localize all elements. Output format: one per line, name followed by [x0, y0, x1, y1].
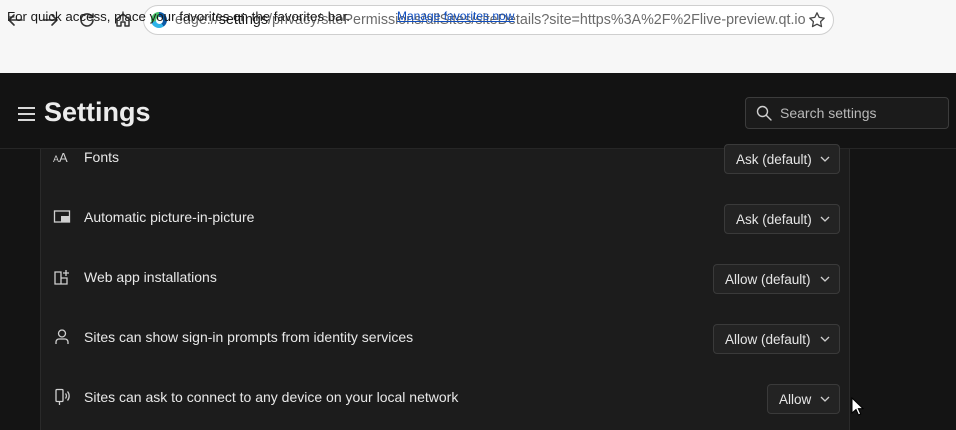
permission-label-local-network: Sites can ask to connect to any device o…	[84, 389, 459, 405]
favorites-bar-message: For quick access, place your favorites o…	[7, 9, 350, 24]
dropdown-value: Allow (default)	[725, 331, 811, 347]
chevron-down-icon	[820, 336, 830, 342]
identity-permission-dropdown[interactable]: Allow (default)	[713, 324, 840, 354]
web-app-permission-dropdown[interactable]: Allow (default)	[713, 264, 840, 294]
dropdown-value: Allow (default)	[725, 271, 811, 287]
fonts-icon: AA	[53, 150, 68, 165]
pip-permission-dropdown[interactable]: Ask (default)	[724, 204, 840, 234]
app-install-icon	[54, 270, 69, 285]
permission-label-identity: Sites can show sign-in prompts from iden…	[84, 329, 414, 345]
page-title: Settings	[44, 97, 151, 127]
dropdown-value: Ask (default)	[736, 151, 812, 167]
manage-favorites-link[interactable]: Manage favorites now	[397, 9, 514, 23]
identity-person-icon	[55, 329, 69, 344]
chevron-down-icon	[820, 396, 830, 402]
permission-label-fonts: Fonts	[84, 149, 120, 165]
search-placeholder: Search settings	[780, 105, 877, 121]
menu-icon[interactable]	[18, 107, 36, 121]
mouse-cursor-icon	[851, 397, 864, 416]
svg-text:A: A	[59, 150, 68, 165]
permission-label-web-app: Web app installations	[84, 269, 217, 285]
dropdown-value: Ask (default)	[736, 211, 812, 227]
permission-label-pip: Automatic picture-in-picture	[84, 209, 255, 225]
picture-in-picture-icon	[53, 210, 71, 223]
chevron-down-icon	[820, 216, 830, 222]
favorites-bar	[0, 40, 956, 73]
chevron-down-icon	[820, 276, 830, 282]
chevron-down-icon	[820, 156, 830, 162]
local-network-permission-dropdown[interactable]: Allow	[767, 384, 840, 414]
fonts-permission-dropdown[interactable]: Ask (default)	[724, 144, 840, 174]
favorite-star-icon[interactable]	[808, 11, 826, 29]
local-network-device-icon	[55, 388, 70, 405]
dropdown-value: Allow	[779, 391, 812, 407]
search-icon	[756, 105, 772, 121]
